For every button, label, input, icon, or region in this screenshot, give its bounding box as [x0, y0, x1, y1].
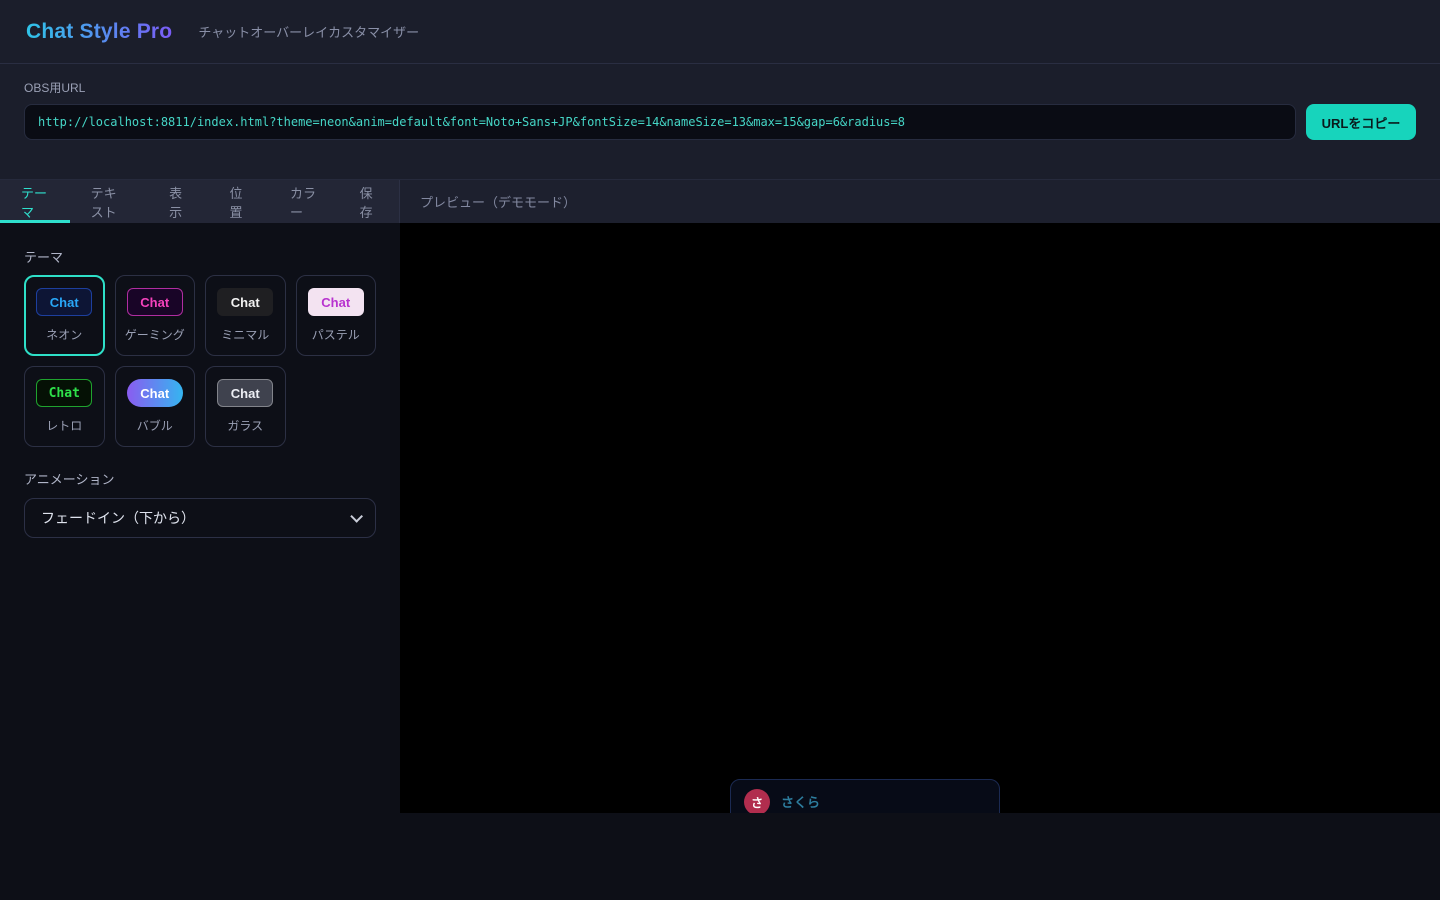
tab-save[interactable]: 保存: [339, 180, 399, 223]
theme-swatch-bubble: Chat: [127, 379, 183, 407]
tab-color[interactable]: カラー: [269, 180, 339, 223]
theme-card-label: ミニマル: [221, 326, 269, 343]
theme-card-label: ネオン: [46, 326, 82, 343]
avatar: さ: [744, 789, 770, 813]
chat-message: さ さくら: [730, 779, 1000, 813]
settings-tabs: テーマ テキスト 表示 位置 カラー 保存: [0, 180, 400, 223]
theme-card-label: バブル: [137, 417, 173, 434]
theme-swatch-pastel: Chat: [308, 288, 364, 316]
theme-card-label: ガラス: [227, 417, 263, 434]
preview-label: プレビュー（デモモード）: [420, 192, 576, 211]
obs-url-section: OBS用URL URLをコピー: [0, 64, 1440, 180]
theme-card-neon[interactable]: Chat ネオン: [24, 275, 105, 356]
tabs-row: テーマ テキスト 表示 位置 カラー 保存 プレビュー（デモモード）: [0, 180, 1440, 223]
theme-swatch-gaming: Chat: [127, 288, 183, 316]
chevron-down-icon: [350, 510, 363, 523]
preview-area: さ さくら: [400, 223, 1440, 813]
theme-card-gaming[interactable]: Chat ゲーミング: [115, 275, 196, 356]
obs-url-label: OBS用URL: [24, 79, 1416, 96]
theme-section-label: テーマ: [24, 247, 376, 266]
tab-position[interactable]: 位置: [209, 180, 269, 223]
obs-url-row: URLをコピー: [24, 104, 1416, 140]
app-header: Chat Style Pro チャットオーバーレイカスタマイザー: [0, 0, 1440, 64]
animation-select-value: フェードイン（下から）: [41, 508, 195, 528]
theme-swatch-retro: Chat: [36, 379, 92, 407]
theme-swatch-minimal: Chat: [217, 288, 273, 316]
theme-panel: テーマ Chat ネオン Chat ゲーミング Chat ミニマル Chat パ…: [0, 223, 400, 813]
theme-card-glass[interactable]: Chat ガラス: [205, 366, 286, 447]
main-content: テーマ Chat ネオン Chat ゲーミング Chat ミニマル Chat パ…: [0, 223, 1440, 813]
animation-section-label: アニメーション: [24, 469, 376, 488]
theme-card-label: パステル: [312, 326, 360, 343]
theme-card-retro[interactable]: Chat レトロ: [24, 366, 105, 447]
animation-select[interactable]: フェードイン（下から）: [24, 498, 376, 538]
app-title: Chat Style Pro: [26, 20, 172, 44]
chat-username: さくら: [781, 792, 820, 813]
theme-swatch-glass: Chat: [217, 379, 273, 407]
obs-url-input[interactable]: [24, 104, 1296, 140]
theme-card-bubble[interactable]: Chat バブル: [115, 366, 196, 447]
copy-url-button[interactable]: URLをコピー: [1306, 104, 1416, 140]
theme-card-label: レトロ: [46, 417, 82, 434]
tab-theme[interactable]: テーマ: [0, 180, 70, 223]
tab-display[interactable]: 表示: [148, 180, 208, 223]
theme-grid: Chat ネオン Chat ゲーミング Chat ミニマル Chat パステル …: [24, 275, 376, 447]
theme-card-minimal[interactable]: Chat ミニマル: [205, 275, 286, 356]
theme-card-pastel[interactable]: Chat パステル: [296, 275, 377, 356]
theme-card-label: ゲーミング: [125, 326, 185, 343]
theme-swatch-neon: Chat: [36, 288, 92, 316]
app-subtitle: チャットオーバーレイカスタマイザー: [198, 22, 419, 41]
preview-header: プレビュー（デモモード）: [400, 180, 1440, 223]
tab-text[interactable]: テキスト: [70, 180, 149, 223]
